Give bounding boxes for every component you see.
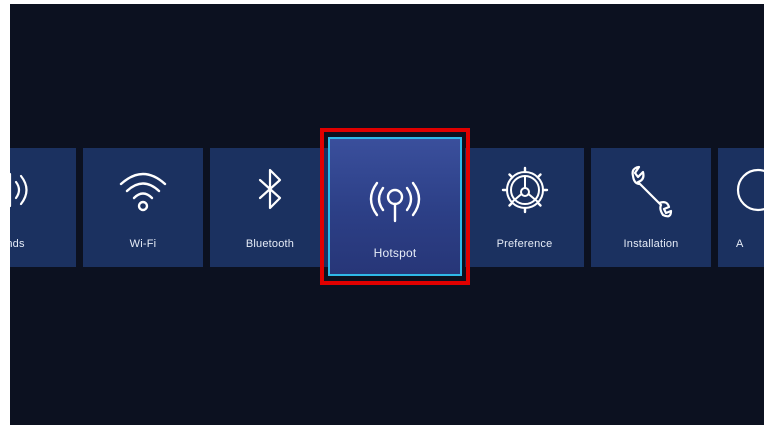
bluetooth-icon bbox=[242, 162, 298, 218]
menu-tile-label: Wi-Fi bbox=[129, 238, 157, 250]
menu-tile-preference[interactable]: Preference bbox=[465, 148, 584, 267]
menu-tile-label: Bluetooth bbox=[245, 238, 295, 250]
circle-icon bbox=[730, 162, 764, 218]
menu-tile-next[interactable]: A bbox=[718, 148, 764, 267]
menu-tile-installation[interactable]: Installation bbox=[591, 148, 711, 267]
menu-tile-bluetooth[interactable]: Bluetooth bbox=[210, 148, 330, 267]
speaker-icon bbox=[10, 162, 42, 218]
menu-tile-sounds[interactable]: unds bbox=[10, 148, 76, 267]
menu-tile-label: unds bbox=[10, 238, 25, 250]
menu-tile-label: Installation bbox=[623, 238, 679, 250]
menu-tile-label: A bbox=[736, 238, 744, 250]
menu-tile-label: Preference bbox=[496, 238, 553, 250]
menu-tile-wifi[interactable]: Wi-Fi bbox=[83, 148, 203, 267]
gear-icon bbox=[497, 162, 553, 218]
wrench-icon bbox=[623, 162, 679, 218]
selection-highlight bbox=[320, 128, 470, 285]
wifi-icon bbox=[115, 162, 171, 218]
